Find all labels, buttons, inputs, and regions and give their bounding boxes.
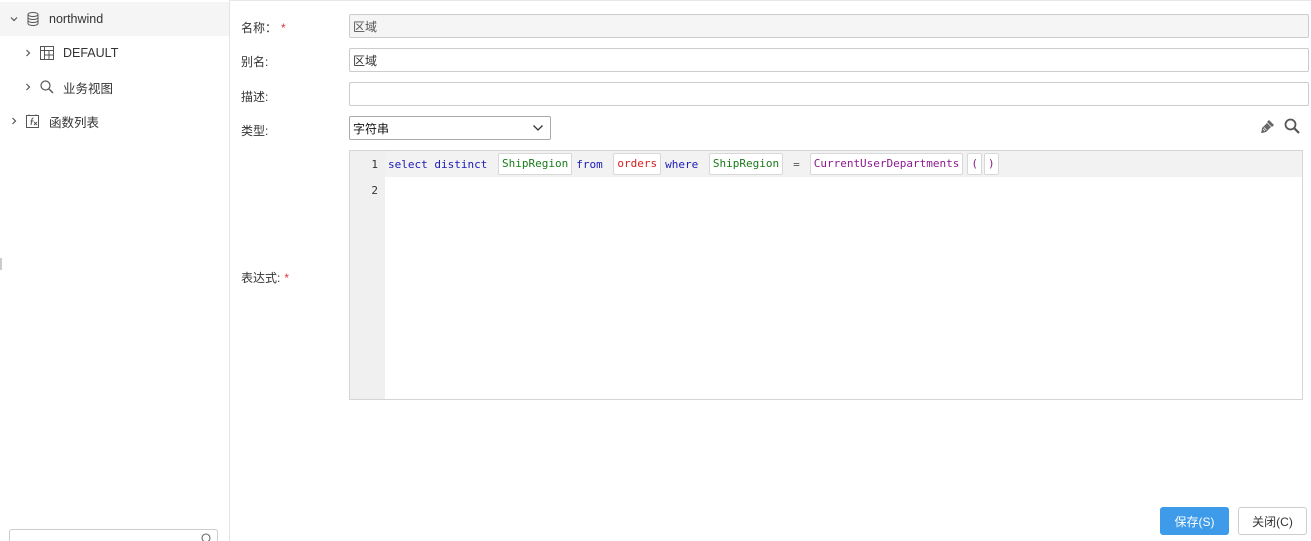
required-mark: * — [284, 271, 290, 285]
search-icon[interactable] — [201, 533, 213, 541]
operator-equals: = — [793, 157, 800, 171]
save-button[interactable]: 保存(S) — [1160, 507, 1229, 535]
tree-item-function-list[interactable]: 函数列表 — [0, 104, 229, 138]
tree-item-label: DEFAULT — [63, 46, 119, 60]
keyword-from: from — [576, 157, 603, 171]
field-token[interactable]: ShipRegion — [497, 153, 573, 175]
alias-label: 别名: — [241, 55, 269, 69]
format-brush-button[interactable] — [1258, 117, 1278, 137]
tree-item-default[interactable]: DEFAULT — [0, 36, 229, 70]
field-token[interactable]: ShipRegion — [708, 153, 784, 175]
brush-icon — [1260, 118, 1276, 137]
tree-item-label: northwind — [49, 12, 104, 26]
tree-item-label: 函数列表 — [49, 115, 100, 130]
tree-item-northwind[interactable]: northwind — [0, 2, 229, 36]
name-label-text: 名称： — [241, 21, 278, 35]
tree-item-label: 业务视图 — [63, 81, 114, 96]
chevron-down-icon — [532, 122, 544, 137]
sidebar-search-input[interactable] — [9, 529, 218, 541]
paren-token[interactable]: ( — [967, 153, 983, 175]
line-number-gutter: 1 2 — [350, 151, 385, 399]
chevron-right-icon[interactable] — [23, 48, 33, 58]
code-line-1[interactable]: select distinct ShipRegion from orders w… — [388, 153, 1001, 175]
name-field[interactable] — [349, 14, 1309, 38]
tree-item-business-view[interactable]: 业务视图 — [0, 70, 229, 104]
table-token[interactable]: orders — [613, 153, 662, 175]
type-label: 类型: — [241, 124, 269, 138]
keyword-where: where — [665, 157, 699, 171]
type-select[interactable]: 字符串 — [349, 116, 551, 140]
search-icon — [1284, 118, 1300, 137]
keyword-distinct: distinct — [434, 157, 488, 171]
function-list-icon — [25, 113, 41, 129]
search-expression-button[interactable] — [1282, 117, 1302, 137]
chevron-down-icon[interactable] — [9, 14, 19, 24]
description-label: 描述: — [241, 90, 269, 104]
resize-handle[interactable] — [0, 258, 2, 270]
line-number: 2 — [371, 184, 378, 197]
chevron-right-icon[interactable] — [9, 116, 19, 126]
expression-editor[interactable]: 1 2 select distinct ShipRegion from orde… — [349, 150, 1303, 400]
function-token[interactable]: CurrentUserDepartments — [809, 153, 964, 175]
alias-field[interactable] — [349, 48, 1309, 72]
expression-label: 表达式: * — [241, 269, 289, 286]
search-icon — [39, 79, 55, 95]
type-select-value: 字符串 — [353, 121, 390, 136]
chevron-right-icon[interactable] — [23, 82, 33, 92]
expression-label-text: 表达式: — [241, 271, 281, 285]
line-number: 1 — [371, 158, 378, 171]
table-grid-icon — [39, 45, 55, 61]
dialog-root: northwind DEFAULT 业务视图 函数列表 名称： * 区域 别名:… — [0, 0, 1311, 541]
paren-token[interactable]: ) — [984, 153, 999, 175]
top-divider — [230, 0, 1311, 1]
description-field[interactable] — [349, 82, 1309, 106]
database-icon — [25, 11, 41, 27]
name-label: 名称： * — [241, 19, 286, 36]
sidebar-tree: northwind DEFAULT 业务视图 函数列表 — [0, 0, 230, 541]
close-button[interactable]: 关闭(C) — [1238, 507, 1307, 535]
required-mark: * — [281, 21, 286, 35]
keyword-select: select — [388, 157, 428, 171]
